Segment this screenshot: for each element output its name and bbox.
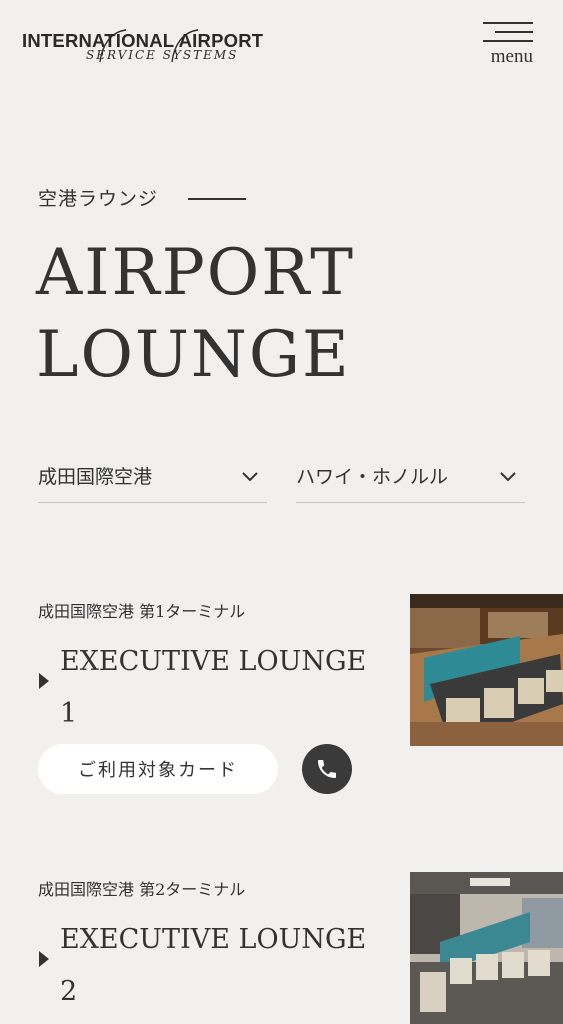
phone-button[interactable] <box>302 744 352 794</box>
lounge-card: 成田国際空港 第2ターミナル EXECUTIVE LOUNGE 2 <box>0 870 563 1024</box>
menu-icon <box>483 22 533 24</box>
page-subtitle: 空港ラウンジ <box>38 188 159 210</box>
airport-select-value: 成田国際空港 <box>38 466 153 488</box>
site-logo[interactable]: INTERNATIONAL AIRPORT SERVICE SYSTEMS <box>22 24 263 68</box>
menu-icon-bar <box>483 40 533 42</box>
eligible-cards-button[interactable]: ご利用対象カード <box>38 744 278 794</box>
airport-select[interactable]: 成田国際空港 <box>38 458 267 503</box>
destination-select-value: ハワイ・ホノルル <box>296 466 449 488</box>
lounge-card: 成田国際空港 第1ターミナル EXECUTIVE LOUNGE 1 ご利用対象カ… <box>0 592 563 812</box>
lounge-photo[interactable] <box>410 872 563 1024</box>
destination-select[interactable]: ハワイ・ホノルル <box>296 458 525 503</box>
menu-icon-bar <box>495 31 533 33</box>
chevron-down-icon <box>242 472 258 482</box>
page-title-line1: AIRPORT <box>36 236 355 310</box>
caret-right-icon <box>39 673 49 689</box>
lounge-name-link[interactable]: EXECUTIVE LOUNGE 2 <box>60 914 390 1018</box>
menu-label: menu <box>490 46 533 67</box>
lounge-location: 成田国際空港 第2ターミナル <box>38 880 246 899</box>
lounge-photo[interactable] <box>410 594 563 746</box>
phone-icon <box>318 760 336 778</box>
subtitle-divider <box>188 198 246 200</box>
lounge-location: 成田国際空港 第1ターミナル <box>38 602 246 621</box>
page-title-line2: LOUNGE <box>36 318 351 392</box>
caret-right-icon <box>39 951 49 967</box>
page-title: AIRPORT LOUNGE <box>36 232 355 396</box>
chevron-down-icon <box>500 472 516 482</box>
lounge-name-link[interactable]: EXECUTIVE LOUNGE 1 <box>60 636 390 740</box>
menu-button[interactable]: menu <box>481 22 533 70</box>
logo-text-sub: SERVICE SYSTEMS <box>86 48 239 62</box>
